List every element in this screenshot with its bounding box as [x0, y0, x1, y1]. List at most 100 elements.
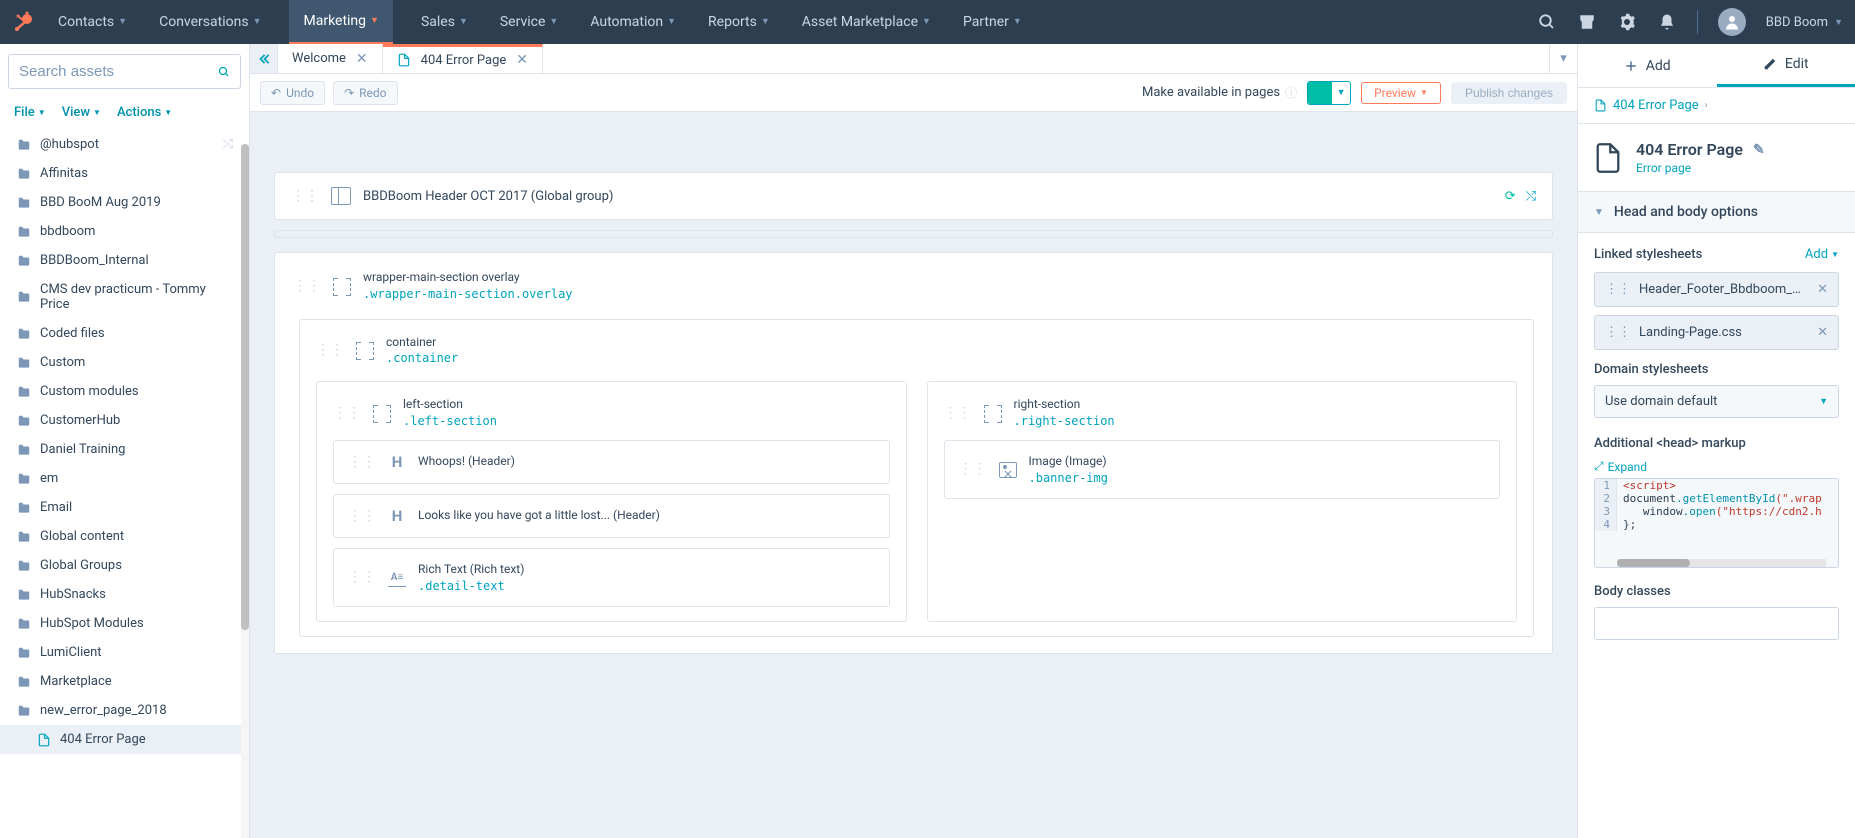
nav-automation[interactable]: Automation▼: [586, 0, 680, 44]
menu-file[interactable]: File▼: [14, 105, 46, 120]
folder-item[interactable]: HubSpot Modules: [0, 609, 249, 638]
folder-item[interactable]: Affinitas: [0, 159, 249, 188]
drag-handle-icon[interactable]: ⋮⋮: [944, 409, 972, 417]
right-section-block[interactable]: ⋮⋮ right-section .right-section ⋮⋮: [927, 381, 1518, 622]
folder-item[interactable]: HubSnacks: [0, 580, 249, 609]
linked-stylesheet-item[interactable]: ⋮⋮ Header_Footer_Bbdboom_Oct... ✕: [1594, 272, 1839, 307]
head-markup-code[interactable]: 1<script> 2document.getElementById(".wra…: [1594, 478, 1839, 568]
module-header-1[interactable]: ⋮⋮ H Whoops! (Header): [333, 440, 890, 484]
folder-item[interactable]: Custom modules: [0, 377, 249, 406]
panel-content: Linked stylesheets Add▼ ⋮⋮ Header_Footer…: [1578, 233, 1855, 838]
folder-item[interactable]: CustomerHub: [0, 406, 249, 435]
publish-button[interactable]: Publish changes: [1451, 82, 1567, 104]
breadcrumb[interactable]: 404 Error Page ›: [1578, 88, 1855, 124]
expand-button[interactable]: ⤢Expand: [1594, 459, 1839, 474]
folder-item[interactable]: Custom: [0, 348, 249, 377]
shuffle-icon[interactable]: ⤭: [1526, 189, 1536, 204]
search-input[interactable]: [19, 63, 218, 80]
nav-asset-marketplace[interactable]: Asset Marketplace▼: [798, 0, 935, 44]
module-image[interactable]: ⋮⋮ Image (Image) .banner-img: [944, 440, 1501, 500]
folder-item[interactable]: Marketplace: [0, 667, 249, 696]
horizontal-scrollbar[interactable]: [1617, 559, 1826, 567]
body-classes-input[interactable]: [1594, 607, 1839, 640]
global-header-block[interactable]: ⋮⋮ BBDBoom Header OCT 2017 (Global group…: [274, 172, 1553, 220]
nav-sales[interactable]: Sales▼: [417, 0, 472, 44]
marketplace-icon[interactable]: [1577, 12, 1597, 32]
folder-item[interactable]: Coded files: [0, 319, 249, 348]
nav-contacts[interactable]: Contacts▼: [54, 0, 131, 44]
folder-item[interactable]: bbdboom: [0, 217, 249, 246]
drag-handle-icon[interactable]: ⋮⋮: [348, 512, 376, 520]
pencil-icon[interactable]: ✎: [1753, 142, 1765, 158]
gear-icon[interactable]: [1617, 12, 1637, 32]
container-block[interactable]: ⋮⋮ container .container ⋮⋮: [299, 319, 1534, 638]
folder-item[interactable]: CMS dev practicum - Tommy Price: [0, 275, 249, 319]
folder-list[interactable]: @hubspot⤭AffinitasBBD BooM Aug 2019bbdbo…: [0, 130, 249, 838]
info-icon[interactable]: ⓘ: [1285, 84, 1297, 101]
redo-button[interactable]: ↷Redo: [333, 81, 397, 105]
close-icon[interactable]: ✕: [1817, 325, 1828, 340]
image-icon: [999, 462, 1017, 478]
search-icon[interactable]: [1537, 12, 1557, 32]
drag-handle-icon[interactable]: ⋮⋮: [959, 465, 987, 473]
drag-handle-icon[interactable]: ⋮⋮: [291, 192, 319, 200]
drag-handle-icon[interactable]: ⋮⋮: [293, 282, 321, 290]
avatar[interactable]: [1718, 8, 1746, 36]
close-icon[interactable]: ✕: [1817, 282, 1828, 297]
folder-item[interactable]: @hubspot⤭: [0, 130, 249, 159]
domain-stylesheets-label: Domain stylesheets: [1594, 362, 1839, 377]
drag-handle-icon[interactable]: ⋮⋮: [348, 573, 376, 581]
drag-handle-icon[interactable]: ⋮⋮: [1605, 325, 1631, 340]
canvas[interactable]: ⋮⋮ BBDBoom Header OCT 2017 (Global group…: [250, 112, 1577, 838]
folder-item[interactable]: BBD BooM Aug 2019: [0, 188, 249, 217]
drag-handle-icon[interactable]: ⋮⋮: [348, 458, 376, 466]
domain-stylesheets-select[interactable]: Use domain default ▼: [1594, 385, 1839, 418]
nav-reports[interactable]: Reports▼: [704, 0, 774, 44]
accordion-head-body[interactable]: ▼ Head and body options: [1578, 192, 1855, 233]
scrollbar[interactable]: [241, 144, 249, 838]
account-switcher[interactable]: BBD Boom▼: [1766, 15, 1843, 30]
tab-add[interactable]: Add: [1578, 44, 1717, 87]
new-tab-button[interactable]: ▾: [1549, 44, 1577, 73]
linked-stylesheet-item[interactable]: ⋮⋮ Landing-Page.css ✕: [1594, 315, 1839, 350]
close-icon[interactable]: ✕: [356, 51, 368, 67]
divider-block[interactable]: [274, 230, 1553, 238]
file-item-active[interactable]: 404 Error Page: [0, 725, 249, 754]
search-box[interactable]: [8, 54, 241, 89]
tab-edit[interactable]: Edit: [1717, 44, 1855, 87]
add-stylesheet-button[interactable]: Add▼: [1805, 247, 1839, 262]
folder-item[interactable]: LumiClient: [0, 638, 249, 667]
drag-handle-icon[interactable]: ⋮⋮: [333, 409, 361, 417]
drag-handle-icon[interactable]: ⋮⋮: [1605, 282, 1631, 297]
nav-conversations[interactable]: Conversations▼: [155, 0, 265, 44]
close-icon[interactable]: ✕: [516, 52, 528, 68]
tab-welcome[interactable]: Welcome✕: [278, 44, 383, 73]
undo-button[interactable]: ↶Undo: [260, 81, 325, 105]
module-rich-text[interactable]: ⋮⋮ A≡ Rich Text (Rich text) .detail-text: [333, 548, 890, 608]
preview-button[interactable]: Preview▼: [1361, 82, 1441, 104]
module-header-2[interactable]: ⋮⋮ H Looks like you have got a little lo…: [333, 494, 890, 538]
nav-partner[interactable]: Partner▼: [959, 0, 1026, 44]
nav-marketing[interactable]: Marketing▼: [289, 0, 392, 44]
wrapper-main-section[interactable]: ⋮⋮ wrapper-main-section overlay .wrapper…: [274, 252, 1553, 654]
folder-item[interactable]: Daniel Training: [0, 435, 249, 464]
left-section-block[interactable]: ⋮⋮ left-section .left-section ⋮⋮ H: [316, 381, 907, 622]
folder-item[interactable]: new_error_page_2018: [0, 696, 249, 725]
folder-item[interactable]: Global Groups: [0, 551, 249, 580]
nav-service[interactable]: Service▼: [496, 0, 562, 44]
tab-404-error-page[interactable]: 404 Error Page✕: [383, 44, 543, 73]
menu-view[interactable]: View▼: [62, 105, 101, 120]
availability-toggle[interactable]: ▼: [1307, 81, 1351, 105]
wrapper-title: wrapper-main-section overlay .wrapper-ma…: [363, 269, 573, 303]
drag-handle-icon[interactable]: ⋮⋮: [316, 346, 344, 354]
folder-item[interactable]: Email: [0, 493, 249, 522]
folder-item[interactable]: BBDBoom_Internal: [0, 246, 249, 275]
menu-actions[interactable]: Actions▼: [117, 105, 172, 120]
folder-item[interactable]: Global content: [0, 522, 249, 551]
hubspot-logo[interactable]: [12, 10, 36, 34]
linked-stylesheets-label: Linked stylesheets: [1594, 247, 1702, 262]
folder-item[interactable]: em: [0, 464, 249, 493]
refresh-icon[interactable]: ⟳: [1505, 189, 1516, 204]
bell-icon[interactable]: [1657, 12, 1677, 32]
collapse-sidebar-button[interactable]: [250, 44, 278, 73]
